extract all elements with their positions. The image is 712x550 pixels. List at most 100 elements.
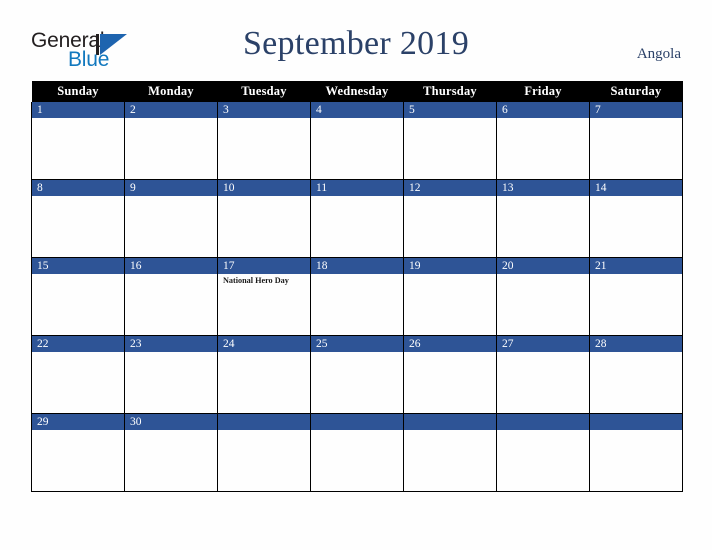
calendar-week-row: 15 16 17 National Hero Day 18 19 20 21	[31, 257, 683, 336]
day-event-list	[311, 352, 403, 354]
day-number: 6	[497, 102, 589, 118]
calendar-day-cell[interactable]	[310, 413, 404, 492]
calendar-day-cell[interactable]: 15	[31, 257, 125, 336]
day-number: 1	[32, 102, 124, 118]
day-event-list	[32, 118, 124, 120]
calendar-day-cell[interactable]	[403, 413, 497, 492]
calendar-day-cell[interactable]: 29	[31, 413, 125, 492]
day-event-list	[404, 196, 496, 198]
calendar-day-cell[interactable]	[496, 413, 590, 492]
day-event-list	[590, 430, 682, 432]
day-event-list	[497, 118, 589, 120]
calendar-day-cell[interactable]: 5	[403, 102, 497, 180]
day-number	[497, 414, 589, 430]
day-event-list	[125, 352, 217, 354]
calendar-day-cell[interactable]: 23	[124, 335, 218, 414]
calendar-day-cell[interactable]: 17 National Hero Day	[217, 257, 311, 336]
calendar-day-cell[interactable]: 14	[589, 179, 683, 258]
day-number: 24	[218, 336, 310, 352]
day-number	[590, 414, 682, 430]
day-number: 3	[218, 102, 310, 118]
calendar-day-cell[interactable]: 7	[589, 102, 683, 180]
day-number: 17	[218, 258, 310, 274]
calendar-day-cell[interactable]: 6	[496, 102, 590, 180]
calendar-day-cell[interactable]	[217, 413, 311, 492]
calendar-day-cell[interactable]: 20	[496, 257, 590, 336]
calendar-day-cell[interactable]: 24	[217, 335, 311, 414]
day-number: 5	[404, 102, 496, 118]
day-number	[404, 414, 496, 430]
weekday-header-saturday: Saturday	[589, 81, 683, 102]
calendar-week-row: 1234567	[31, 102, 683, 180]
weekday-header-sunday: Sunday	[31, 81, 125, 102]
day-number: 16	[125, 258, 217, 274]
day-number: 9	[125, 180, 217, 196]
day-number	[311, 414, 403, 430]
day-number: 25	[311, 336, 403, 352]
calendar-day-cell[interactable]: 4	[310, 102, 404, 180]
day-number: 29	[32, 414, 124, 430]
calendar-day-cell[interactable]: 1	[31, 102, 125, 180]
day-number: 8	[32, 180, 124, 196]
day-number: 28	[590, 336, 682, 352]
calendar-day-cell[interactable]: 27	[496, 335, 590, 414]
weekday-header-wednesday: Wednesday	[310, 81, 404, 102]
day-event-list	[218, 196, 310, 198]
day-number: 22	[32, 336, 124, 352]
calendar-day-cell[interactable]: 30	[124, 413, 218, 492]
day-event-list	[125, 118, 217, 120]
calendar-day-cell[interactable]: 2	[124, 102, 218, 180]
day-event-list	[311, 196, 403, 198]
day-number: 26	[404, 336, 496, 352]
day-number: 14	[590, 180, 682, 196]
day-event-list	[311, 118, 403, 120]
day-event-list: National Hero Day	[218, 274, 310, 286]
calendar-day-cell[interactable]: 26	[403, 335, 497, 414]
day-number: 4	[311, 102, 403, 118]
day-number: 21	[590, 258, 682, 274]
calendar-day-cell[interactable]: 25	[310, 335, 404, 414]
day-number: 10	[218, 180, 310, 196]
calendar-day-cell[interactable]: 8	[31, 179, 125, 258]
day-event-list	[404, 352, 496, 354]
calendar-day-cell[interactable]: 13	[496, 179, 590, 258]
calendar-day-cell[interactable]: 16	[124, 257, 218, 336]
calendar-day-cell[interactable]: 28	[589, 335, 683, 414]
calendar-day-cell[interactable]: 18	[310, 257, 404, 336]
calendar-grid: Sunday Monday Tuesday Wednesday Thursday…	[31, 81, 683, 492]
day-number: 27	[497, 336, 589, 352]
page-header: General Blue September 2019 Angola	[0, 0, 712, 81]
weekday-header-thursday: Thursday	[403, 81, 497, 102]
day-event-list	[590, 118, 682, 120]
calendar-day-cell[interactable]: 22	[31, 335, 125, 414]
calendar-day-cell[interactable]: 9	[124, 179, 218, 258]
day-number: 18	[311, 258, 403, 274]
calendar-day-cell[interactable]	[589, 413, 683, 492]
day-event-list	[311, 274, 403, 276]
calendar-day-cell[interactable]: 12	[403, 179, 497, 258]
day-event-list	[404, 274, 496, 276]
day-event-list	[590, 352, 682, 354]
calendar-day-cell[interactable]: 11	[310, 179, 404, 258]
calendar-day-cell[interactable]: 19	[403, 257, 497, 336]
day-event-list	[218, 118, 310, 120]
day-event-list	[404, 430, 496, 432]
day-event-list	[497, 430, 589, 432]
day-number: 19	[404, 258, 496, 274]
calendar-weekday-header-row: Sunday Monday Tuesday Wednesday Thursday…	[31, 81, 683, 102]
day-number: 2	[125, 102, 217, 118]
day-event-list	[32, 274, 124, 276]
calendar-day-cell[interactable]: 21	[589, 257, 683, 336]
day-event-list	[218, 430, 310, 432]
calendar-day-cell[interactable]: 3	[217, 102, 311, 180]
calendar-day-cell[interactable]: 10	[217, 179, 311, 258]
day-number: 11	[311, 180, 403, 196]
holiday-label: National Hero Day	[223, 276, 289, 285]
page-title: September 2019	[242, 25, 470, 62]
day-number	[218, 414, 310, 430]
day-event-list	[32, 196, 124, 198]
day-event-list	[404, 118, 496, 120]
day-number: 7	[590, 102, 682, 118]
weekday-header-tuesday: Tuesday	[217, 81, 311, 102]
day-event-list	[125, 430, 217, 432]
